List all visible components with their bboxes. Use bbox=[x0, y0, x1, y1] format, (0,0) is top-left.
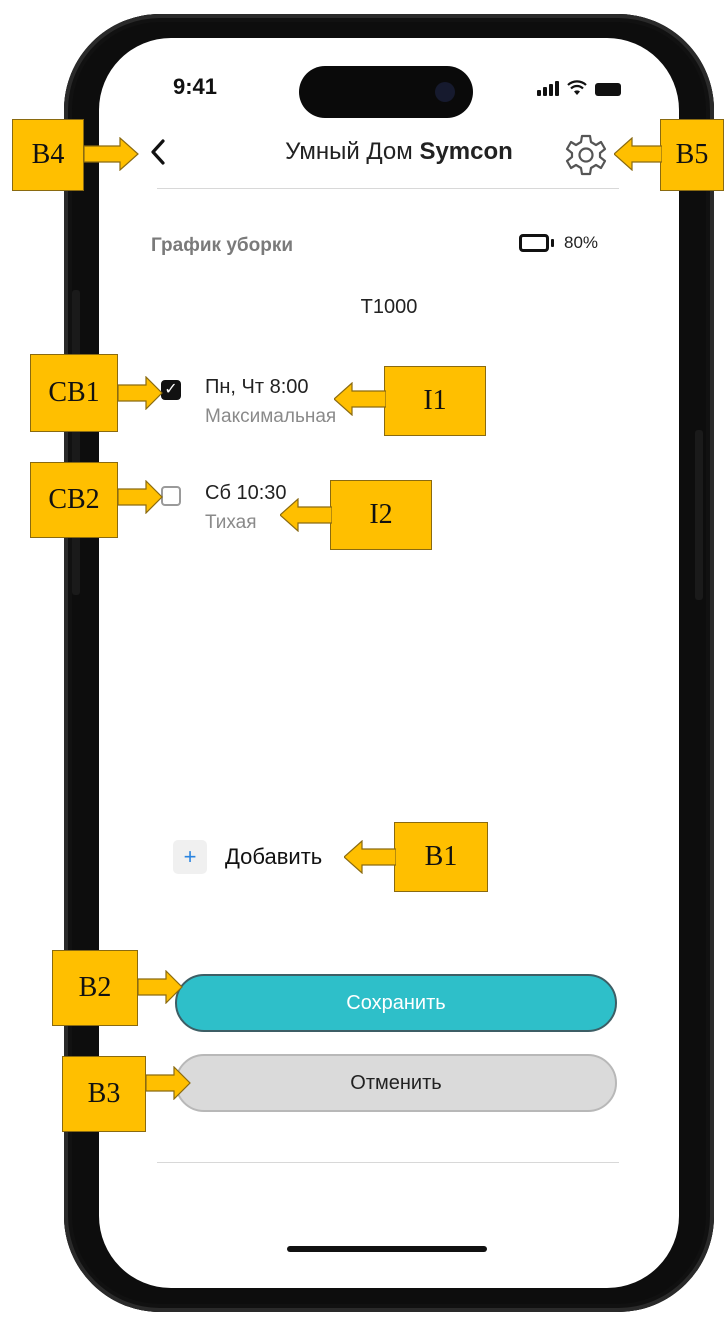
battery-icon bbox=[519, 234, 549, 252]
status-time: 9:41 bbox=[173, 74, 218, 99]
callout-b3: B3 bbox=[62, 1056, 146, 1132]
check-icon: ✓ bbox=[164, 381, 178, 398]
arrow-left-icon bbox=[614, 137, 662, 171]
arrow-right-icon bbox=[138, 970, 183, 1004]
callout-b4: B4 bbox=[12, 119, 84, 191]
arrow-right-icon bbox=[118, 376, 163, 410]
back-button[interactable] bbox=[147, 134, 177, 174]
cancel-button[interactable]: Отменить bbox=[175, 1054, 617, 1112]
page-title-regular: Умный Дом bbox=[285, 138, 420, 165]
plus-icon: + bbox=[173, 840, 207, 874]
arrow-left-icon bbox=[344, 840, 396, 874]
schedule-checkbox[interactable]: ✓ bbox=[161, 380, 181, 400]
chevron-left-icon bbox=[151, 139, 165, 165]
device-name: T1000 bbox=[360, 296, 418, 318]
home-indicator bbox=[287, 1246, 487, 1252]
page-title-brand: Symcon bbox=[419, 138, 513, 165]
callout-cb1: CB1 bbox=[30, 354, 118, 432]
section-title: График уборки bbox=[151, 235, 294, 256]
dynamic-island bbox=[299, 66, 473, 118]
callout-b2: B2 bbox=[52, 950, 138, 1026]
callout-i2: I2 bbox=[330, 480, 432, 550]
schedule-time: Сб 10:30 bbox=[205, 482, 287, 504]
arrow-left-icon bbox=[334, 382, 386, 416]
wifi-icon bbox=[567, 80, 587, 95]
camera-icon bbox=[435, 82, 455, 102]
save-button[interactable]: Сохранить bbox=[175, 974, 617, 1032]
callout-b1: B1 bbox=[394, 822, 488, 892]
robot-battery: 80% bbox=[519, 233, 598, 253]
callout-cb2: CB2 bbox=[30, 462, 118, 538]
schedule-mode: Максимальная bbox=[205, 406, 337, 427]
bottom-divider bbox=[157, 1162, 619, 1163]
page-title: Умный Дом Symcon bbox=[219, 138, 579, 166]
arrow-left-icon bbox=[280, 498, 332, 532]
header-divider bbox=[157, 188, 619, 189]
callout-i1: I1 bbox=[384, 366, 486, 436]
arrow-right-icon bbox=[84, 137, 139, 171]
callout-b5: B5 bbox=[660, 119, 724, 191]
schedule-checkbox[interactable] bbox=[161, 486, 181, 506]
app-screen: 9:41 Умный Дом Symcon График уборки 80% … bbox=[99, 38, 679, 1288]
battery-status-icon bbox=[595, 83, 621, 96]
phone-side-button bbox=[695, 430, 703, 600]
arrow-right-icon bbox=[118, 480, 163, 514]
add-label: Добавить bbox=[225, 844, 323, 869]
gear-icon bbox=[565, 134, 607, 176]
battery-level: 80% bbox=[564, 233, 599, 252]
signal-icon bbox=[537, 80, 559, 96]
schedule-time: Пн, Чт 8:00 bbox=[205, 376, 309, 398]
add-schedule-button[interactable]: + Добавить bbox=[173, 840, 322, 874]
settings-button[interactable] bbox=[563, 132, 609, 178]
arrow-right-icon bbox=[146, 1066, 191, 1100]
schedule-mode: Тихая bbox=[205, 512, 257, 533]
status-icons bbox=[537, 76, 621, 96]
